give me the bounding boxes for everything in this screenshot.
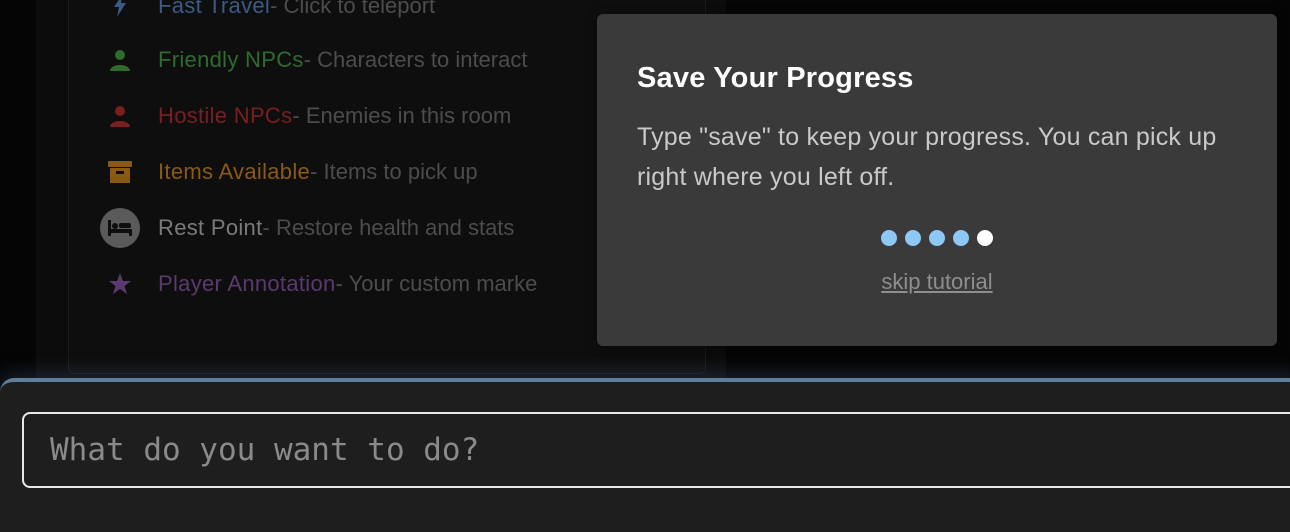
legend-item-friendly-npcs: Friendly NPCs - Characters to interact <box>100 40 620 80</box>
tutorial-step-indicator <box>597 230 1277 246</box>
legend-item-fast-travel: Fast Travel - Click to teleport <box>100 0 620 26</box>
legend-item-items-available: Items Available - Items to pick up <box>100 152 620 192</box>
lightning-icon <box>100 0 140 26</box>
step-dot[interactable] <box>929 230 945 246</box>
legend-item-rest-point: Rest Point - Restore health and stats <box>100 208 620 248</box>
box-icon <box>100 152 140 192</box>
legend-desc: - Enemies in this room <box>292 103 512 128</box>
person-icon <box>100 96 140 136</box>
command-input[interactable] <box>22 412 1290 488</box>
tutorial-tooltip: Save Your Progress Type "save" to keep y… <box>597 14 1277 346</box>
bed-icon <box>100 208 140 248</box>
tutorial-body: Type "save" to keep your progress. You c… <box>637 123 1217 191</box>
step-dot[interactable] <box>881 230 897 246</box>
legend-name: Friendly NPCs <box>158 47 304 72</box>
legend-name: Fast Travel <box>158 0 271 18</box>
legend-name: Items Available <box>158 159 311 184</box>
legend-desc: - Items to pick up <box>310 159 478 184</box>
tutorial-title: Save Your Progress <box>637 62 914 94</box>
person-icon <box>100 40 140 80</box>
legend-desc: - Restore health and stats <box>262 215 515 240</box>
star-icon <box>100 264 140 304</box>
legend-desc: - Characters to interact <box>303 47 528 72</box>
legend-name: Rest Point <box>158 215 263 240</box>
skip-tutorial-link[interactable]: skip tutorial <box>597 269 1277 295</box>
step-dot[interactable] <box>953 230 969 246</box>
legend-name: Hostile NPCs <box>158 103 293 128</box>
legend-item-hostile-npcs: Hostile NPCs - Enemies in this room <box>100 96 620 136</box>
legend-desc: - Click to teleport <box>270 0 436 18</box>
step-dot[interactable] <box>905 230 921 246</box>
step-dot-active[interactable] <box>977 230 993 246</box>
legend-item-player-annotation: Player Annotation - Your custom marke <box>100 264 620 304</box>
legend-name: Player Annotation <box>158 271 336 296</box>
command-bar <box>0 378 1290 532</box>
legend-desc: - Your custom marke <box>335 271 538 296</box>
